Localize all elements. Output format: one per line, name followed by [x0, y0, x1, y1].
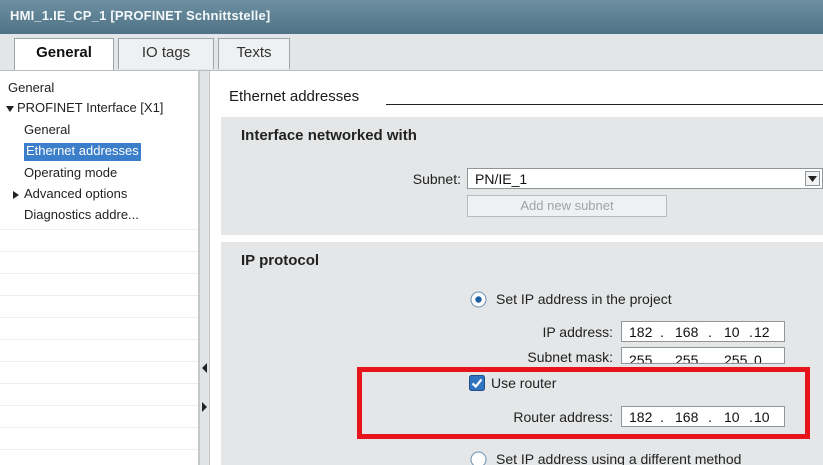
radio-unselected-icon[interactable]: [470, 451, 487, 465]
mask-octet-3: 255: [724, 352, 748, 364]
tree-item-general-sub[interactable]: General: [24, 122, 70, 140]
tab-texts[interactable]: Texts: [218, 38, 290, 69]
radio-different-method-label: Set IP address using a different method: [496, 451, 742, 465]
tab-general[interactable]: General: [14, 38, 114, 70]
interface-panel: Interface networked with Subnet: PN/IE_1…: [221, 117, 823, 235]
tree-item-diagnostics[interactable]: Diagnostics addre...: [24, 207, 139, 225]
panel-splitter[interactable]: [199, 71, 210, 465]
tree-item-general[interactable]: General: [8, 80, 54, 98]
interface-panel-title: Interface networked with: [241, 127, 417, 144]
mask-octet-4: 0: [754, 352, 762, 364]
dropdown-button[interactable]: [805, 171, 820, 186]
chevron-down-icon: [808, 176, 817, 182]
ip-protocol-title: IP protocol: [241, 252, 320, 269]
ip-dot: .: [749, 352, 753, 364]
tree-item-ethernet-addresses[interactable]: Ethernet addresses: [24, 143, 141, 161]
ip-dot: .: [749, 324, 753, 340]
collapse-left-icon[interactable]: [202, 363, 208, 373]
navigation-tree: General PROFINET Interface [X1] General …: [0, 71, 199, 465]
mask-octet-2: 255: [675, 352, 699, 364]
ip-octet-1: 182: [629, 324, 653, 340]
mask-octet-1: 255: [629, 352, 653, 364]
tab-strip: General IO tags Texts: [0, 34, 823, 71]
ip-octet-3: 10: [724, 324, 740, 340]
radio-different-method[interactable]: Set IP address using a different method: [470, 445, 820, 465]
collapsed-arrow-icon[interactable]: [12, 190, 20, 199]
tree-item-profinet-interface[interactable]: PROFINET Interface [X1]: [6, 100, 163, 118]
window-title: HMI_1.IE_CP_1 [PROFINET Schnittstelle]: [10, 8, 271, 23]
ip-dot: .: [660, 352, 664, 364]
ip-dot: .: [660, 324, 664, 340]
tree-item-operating-mode[interactable]: Operating mode: [24, 165, 117, 183]
ip-octet-2: 168: [675, 324, 699, 340]
tree-item-label: PROFINET Interface [X1]: [17, 100, 164, 115]
add-new-subnet-button[interactable]: Add new subnet: [467, 195, 667, 217]
section-title: Ethernet addresses: [229, 88, 360, 105]
tree-item-advanced-options[interactable]: Advanced options: [12, 186, 127, 204]
subnet-mask-label: Subnet mask:: [527, 349, 613, 365]
tab-io-tags[interactable]: IO tags: [118, 38, 214, 69]
subnet-label: Subnet:: [412, 171, 461, 187]
subnet-select[interactable]: PN/IE_1: [467, 168, 823, 189]
highlight-box: [357, 367, 810, 439]
ip-dot: .: [708, 352, 712, 364]
subnet-value: PN/IE_1: [475, 171, 528, 187]
ip-dot: .: [708, 324, 712, 340]
expanded-arrow-icon[interactable]: [6, 105, 14, 113]
tree-item-label: Advanced options: [24, 186, 128, 201]
title-bar: HMI_1.IE_CP_1 [PROFINET Schnittstelle]: [0, 0, 823, 34]
expand-right-icon[interactable]: [202, 402, 208, 412]
radio-set-ip-label: Set IP address in the project: [496, 291, 672, 307]
ip-address-input[interactable]: 182 . 168 . 10 . 12: [621, 321, 785, 342]
ip-address-label: IP address:: [542, 324, 613, 340]
ip-octet-4: 12: [754, 324, 770, 340]
radio-selected-icon[interactable]: [470, 291, 487, 308]
subnet-mask-input[interactable]: 255 . 255 . 255 . 0: [621, 347, 785, 364]
section-divider: [386, 104, 823, 105]
